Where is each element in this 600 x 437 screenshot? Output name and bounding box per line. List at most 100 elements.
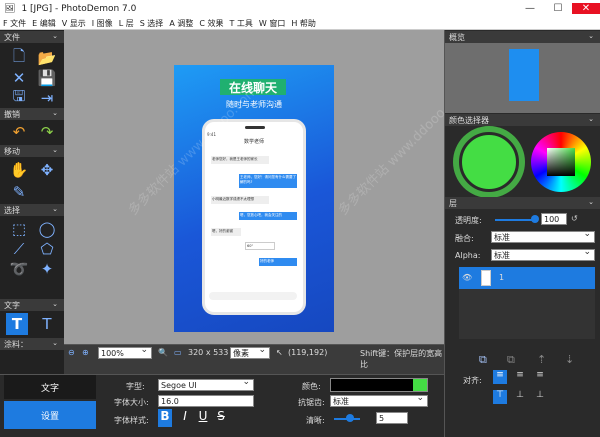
- move-down-icon[interactable]: ⇣: [565, 353, 574, 366]
- chat-bubble: 嗯，好的谢谢: [211, 228, 241, 236]
- panel-color-picker[interactable]: 颜色选择器 ⌄: [445, 114, 600, 126]
- phone-mockup: 9:41 数学老师 老师您好，我是王老师的家长 王老师，您好！请问您有什么需要了…: [202, 119, 306, 315]
- phone-speaker: [245, 126, 265, 129]
- opacity-input[interactable]: 100: [541, 213, 567, 225]
- zoom-in-icon[interactable]: ⊕: [82, 348, 89, 357]
- clarity-label: 清晰:: [306, 416, 325, 425]
- add-layer-icon[interactable]: ⧉: [479, 353, 487, 367]
- new-file-icon[interactable]: 🗋: [8, 47, 30, 69]
- visibility-eye-icon[interactable]: 👁: [462, 273, 472, 282]
- bottom-panel: 文字 设置 字型: Segoe UI 字体大小: 16.0 字体样式: B I …: [0, 374, 444, 437]
- zoom-out-icon[interactable]: ⊖: [68, 348, 75, 357]
- menu-window[interactable]: W 窗口: [256, 18, 288, 29]
- opacity-slider[interactable]: [495, 219, 535, 221]
- status-bar: ⊖ ⊕ 100% 🔍 ▭ 320 x 533 像素 ↖ (119,192) Sh…: [64, 344, 444, 374]
- rect-select-icon[interactable]: ⬚: [8, 218, 30, 240]
- line-select-icon[interactable]: ⟋: [8, 238, 30, 260]
- maximize-button[interactable]: ☐: [544, 3, 572, 14]
- typography-tool-icon[interactable]: T: [36, 313, 58, 335]
- panel-overview[interactable]: 概览 ⌄: [445, 31, 600, 43]
- alpha-select[interactable]: 标准: [491, 247, 595, 261]
- redo-icon[interactable]: ↷: [36, 121, 58, 143]
- secondary-color-swatch[interactable]: [413, 379, 427, 391]
- blend-label: 融合:: [455, 234, 474, 243]
- chat-input: [209, 292, 297, 300]
- font-select[interactable]: Segoe UI: [158, 377, 254, 391]
- close-button[interactable]: ✕: [572, 3, 600, 14]
- bold-button[interactable]: B: [158, 409, 172, 427]
- lasso-icon[interactable]: ➰: [8, 258, 30, 280]
- reset-icon[interactable]: ↺: [571, 214, 578, 223]
- overview-thumbnail[interactable]: [445, 43, 600, 113]
- font-style-label: 字体样式:: [114, 416, 149, 425]
- right-panel: 概览⌄ 颜色选择器⌄ 层⌄ 透明度: 100 ↺ 融合: 标准 Alpha: 标…: [444, 30, 600, 437]
- align-bottom-icon[interactable]: ⊥: [533, 390, 547, 404]
- color-picker-icon[interactable]: ✎: [8, 181, 30, 203]
- clarity-slider-thumb[interactable]: [346, 414, 354, 422]
- export-icon[interactable]: ⇥: [36, 87, 58, 109]
- italic-button[interactable]: I: [178, 409, 192, 427]
- menu-help[interactable]: H 帮助: [288, 18, 319, 29]
- align-middle-icon[interactable]: ⊥: [513, 390, 527, 404]
- move-up-icon[interactable]: ⇡: [537, 353, 546, 366]
- menu-edit[interactable]: E 编辑: [29, 18, 59, 29]
- ellipse-select-icon[interactable]: ◯: [36, 218, 58, 240]
- alpha-label: Alpha:: [455, 251, 481, 260]
- antialias-select[interactable]: 标准: [330, 393, 428, 407]
- toolbox: 文件 ⌄ 🗋 📂 ✕ 💾 🖫 ⇥ 撤销 ⌄ ↶ ↷ 移动 ⌄ ✋ ✥ ✎ 选择 ⌄ ⬚ …: [0, 30, 64, 374]
- font-size-input[interactable]: 16.0: [158, 395, 254, 407]
- section-text[interactable]: 文字 ⌄: [0, 299, 64, 311]
- open-folder-icon[interactable]: 📂: [36, 47, 58, 69]
- text-color-swatch[interactable]: [330, 378, 428, 392]
- underline-button[interactable]: U: [196, 409, 210, 427]
- menu-select[interactable]: S 选择: [137, 18, 167, 29]
- chat-bubble: 王老师，您好！请问您有什么需要了解的吗?: [239, 174, 297, 188]
- menu-effects[interactable]: C 效果: [196, 18, 226, 29]
- menu-tools[interactable]: T 工具: [226, 18, 255, 29]
- section-move[interactable]: 移动 ⌄: [0, 145, 64, 157]
- zoom-fit-icon[interactable]: 🔍: [158, 348, 168, 357]
- move-icon[interactable]: ✥: [36, 159, 58, 181]
- unit-select[interactable]: 像素: [230, 345, 270, 359]
- magic-wand-icon[interactable]: ✦: [36, 258, 58, 280]
- align-center-icon[interactable]: ≡: [513, 370, 527, 384]
- menu-image[interactable]: I 图像: [89, 18, 116, 29]
- canvas-area[interactable]: 在线聊天 随时与老师沟通 9:41 数学老师 老师您好，我是王老师的家长 王老师…: [64, 30, 471, 344]
- chat-bubble: 小明最近数学成绩不太理想: [211, 196, 269, 204]
- opacity-slider-thumb[interactable]: [531, 215, 539, 223]
- save-as-icon[interactable]: 🖫: [8, 87, 30, 109]
- minimize-button[interactable]: —: [516, 3, 544, 14]
- menu-file[interactable]: F 文件: [0, 18, 29, 29]
- menu-view[interactable]: V 显示: [59, 18, 89, 29]
- menu-adjust[interactable]: A 调整: [166, 18, 196, 29]
- section-select[interactable]: 选择 ⌄: [0, 204, 64, 216]
- section-paint[interactable]: 涂料： ⌄: [0, 338, 64, 350]
- polygon-select-icon[interactable]: ⬠: [36, 238, 58, 260]
- align-right-icon[interactable]: ≡: [533, 370, 547, 384]
- merge-layer-icon[interactable]: ⧉: [507, 353, 515, 367]
- hand-icon[interactable]: ✋: [8, 159, 30, 181]
- zoom-select[interactable]: 100%: [98, 345, 152, 359]
- tab-text[interactable]: 文字: [4, 375, 96, 399]
- primary-color-wheel[interactable]: [459, 132, 519, 192]
- window-title: 1 [JPG] - PhotoDemon 7.0: [21, 3, 137, 14]
- strikethrough-button[interactable]: S: [214, 409, 228, 427]
- section-undo[interactable]: 撤销 ⌄: [0, 108, 64, 120]
- cursor-coords: (119,192): [288, 348, 328, 357]
- menu-layer[interactable]: L 层: [116, 18, 137, 29]
- audio-bubble: 60": [245, 242, 275, 250]
- section-file[interactable]: 文件 ⌄: [0, 31, 64, 43]
- text-tool-icon[interactable]: T: [6, 313, 28, 335]
- undo-icon[interactable]: ↶: [8, 121, 30, 143]
- align-top-icon[interactable]: ⊤: [493, 390, 507, 404]
- panel-layers[interactable]: 层 ⌄: [445, 197, 600, 209]
- save-icon[interactable]: 💾: [36, 67, 58, 89]
- chat-bubble: 好的老师: [259, 258, 297, 266]
- layer-list-empty: [459, 289, 595, 339]
- saturation-square[interactable]: [547, 148, 575, 176]
- align-left-icon[interactable]: ≡: [493, 370, 507, 384]
- clarity-input[interactable]: 5: [376, 412, 408, 424]
- tab-settings[interactable]: 设置: [4, 401, 96, 429]
- blend-select[interactable]: 标准: [491, 229, 595, 243]
- layer-row[interactable]: 👁 1: [459, 267, 595, 289]
